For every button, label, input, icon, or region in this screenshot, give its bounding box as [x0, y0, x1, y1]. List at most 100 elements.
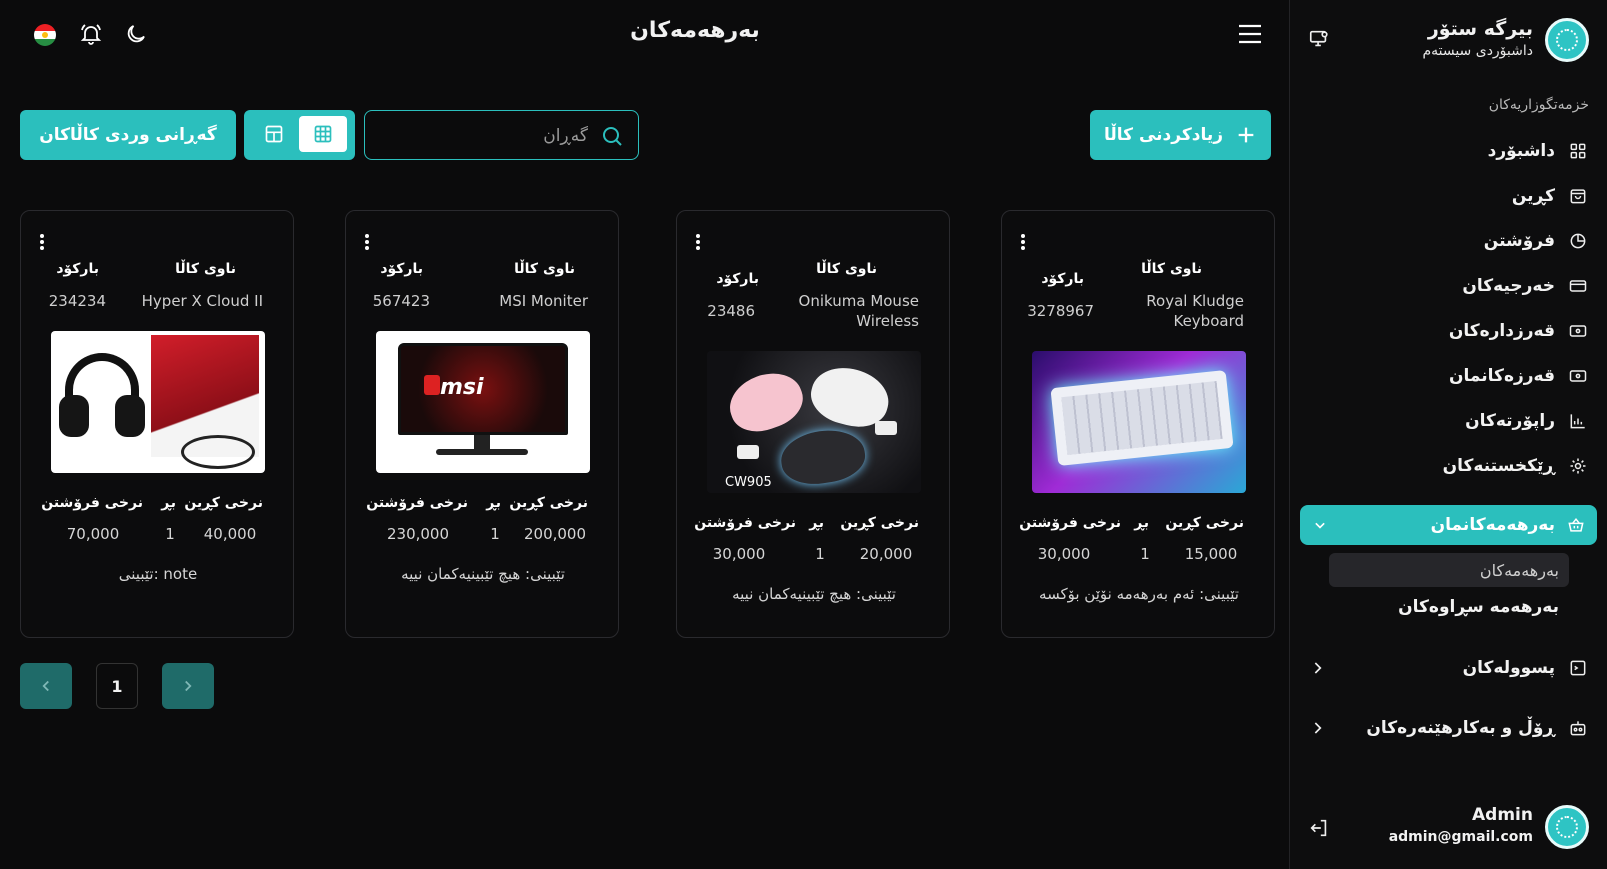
menu-icon[interactable] — [1238, 24, 1262, 44]
product-name-label: ناوی کاڵا — [175, 261, 236, 277]
sidebar-item-invoices[interactable]: پسوولەکان — [1289, 648, 1607, 688]
notification-bell-icon[interactable] — [79, 22, 103, 46]
product-barcode: 567423 — [372, 292, 430, 310]
quantity: 1 — [165, 525, 175, 543]
search-input[interactable] — [388, 123, 588, 149]
language-flag-icon[interactable] — [34, 24, 56, 46]
grid-view-button[interactable] — [299, 116, 347, 152]
product-name: MSI Moniter — [499, 292, 588, 310]
more-options-icon[interactable] — [364, 233, 370, 251]
chevron-right-icon — [185, 680, 192, 692]
users-icon — [1567, 717, 1589, 739]
barcode-label: بارکۆد — [1041, 271, 1084, 287]
search-icon — [603, 127, 622, 146]
receipt-icon — [1567, 657, 1589, 679]
sidebar-item-label: قەرزەکانمان — [1449, 365, 1555, 386]
quantity-label: بڕ — [161, 495, 176, 511]
table-view-button[interactable] — [250, 116, 298, 152]
dark-mode-icon[interactable] — [124, 22, 148, 46]
product-card: ناوی کاڵا بارکۆد Royal Kludge Keyboard 3… — [1001, 210, 1275, 638]
product-barcode: 234234 — [48, 292, 106, 310]
product-note: تێبینی: note — [118, 565, 198, 583]
barcode-label: بارکۆد — [380, 261, 423, 277]
buy-price: 15,000 — [1184, 545, 1238, 563]
page-title: بەرهەمەکان — [630, 18, 760, 43]
product-image — [1032, 351, 1246, 493]
product-name-label: ناوی کاڵا — [1141, 261, 1202, 277]
sell-price-label: نرخی فرۆشتن — [1019, 515, 1121, 531]
more-options-icon[interactable] — [1020, 233, 1026, 251]
quantity: 1 — [815, 545, 825, 563]
sidebar-item-label: داشبۆرد — [1487, 140, 1555, 161]
sidebar-item-reports[interactable]: راپۆرتەکان — [1289, 398, 1607, 443]
sidebar-nav: داشبۆرد کڕین فرۆشتن خەرجیەکان قەرزدارەکا… — [1289, 128, 1607, 488]
barcode-label: بارکۆد — [56, 261, 99, 277]
pagination-page-1[interactable]: 1 — [96, 663, 138, 709]
sidebar-item-dashboard[interactable]: داشبۆرد — [1289, 128, 1607, 173]
sidebar-item-roles-users[interactable]: ڕۆڵ و بەکارهێنەرەکان — [1289, 708, 1607, 748]
product-image: CW905 — [707, 351, 921, 493]
grid-icon — [314, 125, 332, 143]
brand-subtitle: داشبۆردی سیستەم — [1422, 43, 1533, 59]
product-name: Onikuma Mouse Wireless — [798, 292, 919, 330]
report-icon — [1567, 410, 1589, 432]
advanced-search-button[interactable]: گەڕانی وردی کاڵاکان — [20, 110, 236, 160]
more-options-icon[interactable] — [39, 233, 45, 251]
sidebar-item-debtors[interactable]: قەرزدارەکان — [1289, 308, 1607, 353]
product-image — [51, 331, 265, 473]
user-email: admin@gmail.com — [1388, 829, 1533, 845]
sidebar-item-label: ڕێکخستنەکان — [1442, 455, 1555, 476]
dashboard-icon — [1567, 140, 1589, 162]
sidebar-item-label: پسوولەکان — [1462, 658, 1555, 678]
pie-chart-icon — [1567, 230, 1589, 252]
brand-name: بیرگە ستۆر — [1427, 18, 1533, 40]
sidebar-item-settings[interactable]: ڕێکخستنەکان — [1289, 443, 1607, 488]
table-icon — [265, 125, 283, 143]
chevron-left-icon — [1314, 662, 1322, 674]
wallet-icon — [1567, 365, 1589, 387]
buy-price-label: نرخی کڕین — [840, 515, 919, 531]
product-name: Hyper X Cloud II — [141, 292, 263, 310]
product-card: ناوی کاڵا بارکۆد Onikuma Mouse Wireless … — [676, 210, 950, 638]
search-field[interactable] — [364, 110, 639, 160]
brand-logo — [1545, 18, 1589, 62]
quantity-label: بڕ — [1134, 515, 1149, 531]
sidebar-subitem-deleted-products[interactable]: بەرهەمە سڕاوەکان — [1398, 597, 1559, 617]
logout-icon[interactable] — [1308, 817, 1330, 839]
barcode-label: بارکۆد — [716, 271, 759, 287]
pagination-next-button[interactable] — [162, 663, 214, 709]
chevron-down-icon — [1315, 522, 1325, 529]
chevron-left-icon — [42, 680, 49, 692]
sidebar-item-label: قەرزدارەکان — [1448, 320, 1555, 341]
pagination-prev-button[interactable] — [20, 663, 72, 709]
buy-price-label: نرخی کڕین — [184, 495, 263, 511]
product-note: تێبینی: هیچ تێبینیەکمان نییە — [401, 565, 565, 583]
sell-price: 70,000 — [66, 525, 120, 543]
buy-price-label: نرخی کڕین — [509, 495, 588, 511]
section-title: خزمەتگوزاریەکان — [1488, 97, 1589, 113]
view-toggle — [244, 110, 355, 160]
sidebar-group-products[interactable]: بەرهەمەکانمان — [1300, 505, 1597, 545]
buy-price-label: نرخی کڕین — [1165, 515, 1244, 531]
sidebar-group-label: بەرهەمەکانمان — [1430, 515, 1555, 535]
sidebar-item-label: خەرجیەکان — [1462, 275, 1555, 296]
add-product-button[interactable]: زیادکردنی کاڵا — [1090, 110, 1271, 160]
more-options-icon[interactable] — [695, 233, 701, 251]
product-name: Royal Kludge Keyboard — [1146, 292, 1244, 330]
user-name: Admin — [1472, 805, 1533, 825]
credit-card-icon — [1567, 275, 1589, 297]
sell-price-label: نرخی فرۆشتن — [366, 495, 468, 511]
sidebar-item-purchases[interactable]: کڕین — [1289, 173, 1607, 218]
sidebar-item-label: ڕۆڵ و بەکارهێنەرەکان — [1366, 718, 1555, 738]
sidebar-subitem-products[interactable]: بەرهەمەکان — [1329, 553, 1569, 587]
sidebar-item-expenses[interactable]: خەرجیەکان — [1289, 263, 1607, 308]
add-product-label: زیادکردنی کاڵا — [1104, 125, 1223, 145]
sidebar-item-our-debts[interactable]: قەرزەکانمان — [1289, 353, 1607, 398]
product-note: تێبینی: ئەم بەرهەمە نۆێن بۆکسە — [1039, 585, 1239, 603]
sell-price-label: نرخی فرۆشتن — [41, 495, 143, 511]
shopping-bag-icon — [1567, 185, 1589, 207]
product-name-label: ناوی کاڵا — [816, 261, 877, 277]
sell-price: 30,000 — [1037, 545, 1091, 563]
sidebar-item-sales[interactable]: فرۆشتن — [1289, 218, 1607, 263]
quantity: 1 — [490, 525, 500, 543]
